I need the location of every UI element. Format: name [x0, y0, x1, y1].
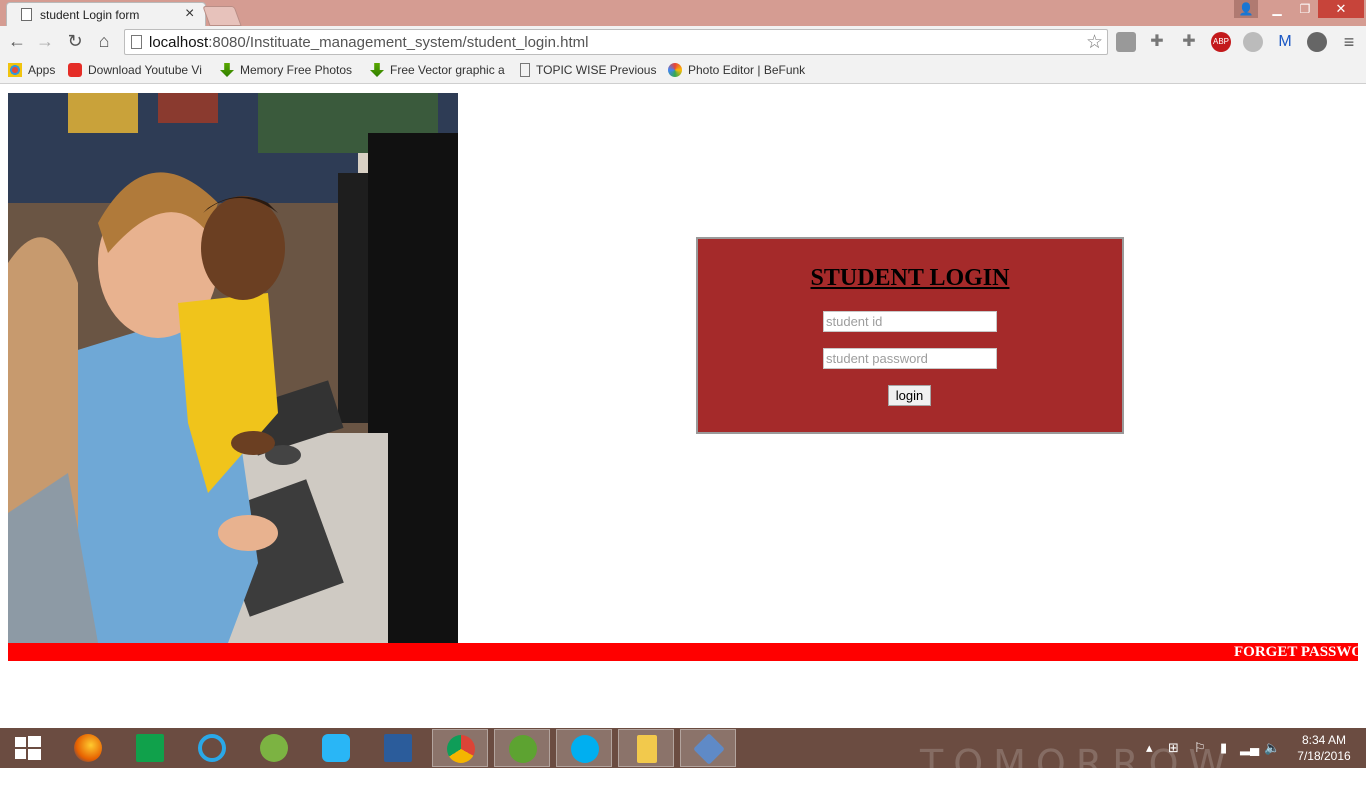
wallpaper-text: TOMORROW: [920, 742, 1237, 786]
puzzle-extension-icon[interactable]: ✚: [1147, 32, 1167, 52]
page-icon: [21, 8, 32, 21]
download-arrow-icon: [370, 63, 384, 77]
folder-icon: [637, 735, 657, 763]
windows-taskbar: TOMORROW ▴ ⊞ ⚐ ▮ ▂▄ 🔈 8:34 AM 7/18/2016: [0, 728, 1366, 786]
android-studio-icon: [260, 734, 288, 762]
url-text[interactable]: localhost:8080/Instituate_management_sys…: [149, 34, 588, 51]
clock-date: 7/18/2016: [1297, 749, 1351, 763]
page-icon: [520, 63, 530, 77]
forget-password-marquee: FORGET PASSWO: [8, 643, 1358, 661]
firefox-icon: [74, 734, 102, 762]
bookmarks-bar: Apps Download Youtube Vi Memory Free Pho…: [0, 58, 1366, 84]
forward-arrow-icon[interactable]: →: [34, 31, 56, 52]
action-center-flag-icon[interactable]: ⚐: [1194, 740, 1206, 756]
clock-time: 8:34 AM: [1301, 733, 1347, 747]
close-window-button[interactable]: ✕: [1318, 0, 1364, 18]
file-explorer-taskbar-button[interactable]: [618, 729, 674, 767]
bookmark-topic-wise[interactable]: TOPIC WISE Previous: [520, 63, 656, 77]
student-login-panel: STUDENT LOGIN login: [696, 237, 1124, 434]
shareit-icon: [322, 734, 350, 762]
system-clock[interactable]: 8:34 AM 7/18/2016: [1292, 732, 1356, 764]
start-button[interactable]: [0, 729, 56, 767]
utorrent-taskbar-button[interactable]: [494, 729, 550, 767]
youtube-icon: [68, 63, 82, 77]
befunky-icon: [668, 63, 682, 77]
devcpp-taskbar-button[interactable]: [370, 729, 426, 767]
bookmark-memory-free-photos[interactable]: Memory Free Photos: [220, 63, 352, 77]
battery-icon[interactable]: ▮: [1220, 740, 1227, 756]
login-heading: STUDENT LOGIN: [810, 265, 1010, 291]
bookmark-apps[interactable]: Apps: [8, 63, 55, 77]
circle-extension-icon[interactable]: [1243, 32, 1263, 52]
address-bar[interactable]: localhost:8080/Instituate_management_sys…: [124, 29, 1108, 55]
film-extension-icon[interactable]: [1307, 32, 1327, 52]
browser-title-bar: student Login form × 👤 ▁ ❐ ✕: [0, 0, 1366, 26]
page-content: STUDENT LOGIN login FORGET PASSWO: [0, 85, 1366, 728]
store-taskbar-button[interactable]: [122, 729, 178, 767]
bookmark-photo-editor[interactable]: Photo Editor | BeFunk: [668, 63, 805, 77]
internet-explorer-icon: [198, 734, 226, 762]
minimize-button[interactable]: ▁: [1264, 0, 1290, 18]
bookmark-youtube[interactable]: Download Youtube Vi: [68, 63, 202, 77]
network-signal-icon[interactable]: ▂▄: [1240, 740, 1259, 756]
office-extension-icon[interactable]: [1116, 32, 1136, 52]
back-arrow-icon[interactable]: ←: [6, 31, 28, 52]
skype-taskbar-button[interactable]: [556, 729, 612, 767]
browser-tab[interactable]: student Login form ×: [6, 2, 206, 26]
restore-button[interactable]: ❐: [1292, 0, 1318, 18]
utorrent-icon: [509, 735, 537, 763]
firefox-taskbar-button[interactable]: [60, 729, 116, 767]
puzzle-extension-icon[interactable]: ✚: [1179, 32, 1199, 52]
bookmark-free-vector[interactable]: Free Vector graphic a: [370, 63, 505, 77]
forget-password-link[interactable]: FORGET PASSWO: [1234, 643, 1358, 661]
store-icon: [136, 734, 164, 762]
tray-expand-icon[interactable]: ▴: [1146, 740, 1153, 756]
student-id-input[interactable]: [823, 311, 997, 332]
gmail-icon[interactable]: M: [1275, 32, 1295, 52]
apps-grid-icon: [8, 63, 22, 77]
volume-icon[interactable]: 🔈: [1264, 740, 1280, 756]
home-icon[interactable]: ⌂: [93, 31, 115, 52]
bookmark-star-icon[interactable]: ☆: [1086, 31, 1103, 54]
download-arrow-icon: [220, 63, 234, 77]
shareit-taskbar-button[interactable]: [308, 729, 364, 767]
student-password-input[interactable]: [823, 348, 997, 369]
dev-cpp-icon: [384, 734, 412, 762]
ie-taskbar-button[interactable]: [184, 729, 240, 767]
tab-close-icon[interactable]: ×: [185, 5, 194, 23]
chrome-taskbar-button[interactable]: [432, 729, 488, 767]
skype-icon: [571, 735, 599, 763]
browser-toolbar: ← → ↻ ⌂ localhost:8080/Instituate_manage…: [0, 26, 1366, 58]
tab-title: student Login form: [40, 8, 140, 22]
android-studio-taskbar-button[interactable]: [246, 729, 302, 767]
windows-tray-icon[interactable]: ⊞: [1168, 740, 1179, 756]
chrome-icon: [447, 735, 475, 763]
windows-logo-icon: [15, 736, 41, 760]
children-at-computers-image: [8, 93, 458, 643]
virtualbox-icon: [693, 733, 725, 765]
adblock-icon[interactable]: ABP: [1211, 32, 1231, 52]
new-tab-button[interactable]: [202, 6, 242, 26]
login-button[interactable]: login: [888, 385, 931, 406]
reload-icon[interactable]: ↻: [64, 31, 86, 52]
classroom-photo: [8, 93, 458, 643]
virtualbox-taskbar-button[interactable]: [680, 729, 736, 767]
page-icon: [131, 35, 142, 49]
user-profile-icon[interactable]: 👤: [1234, 0, 1258, 18]
menu-icon[interactable]: ≡: [1339, 32, 1359, 52]
